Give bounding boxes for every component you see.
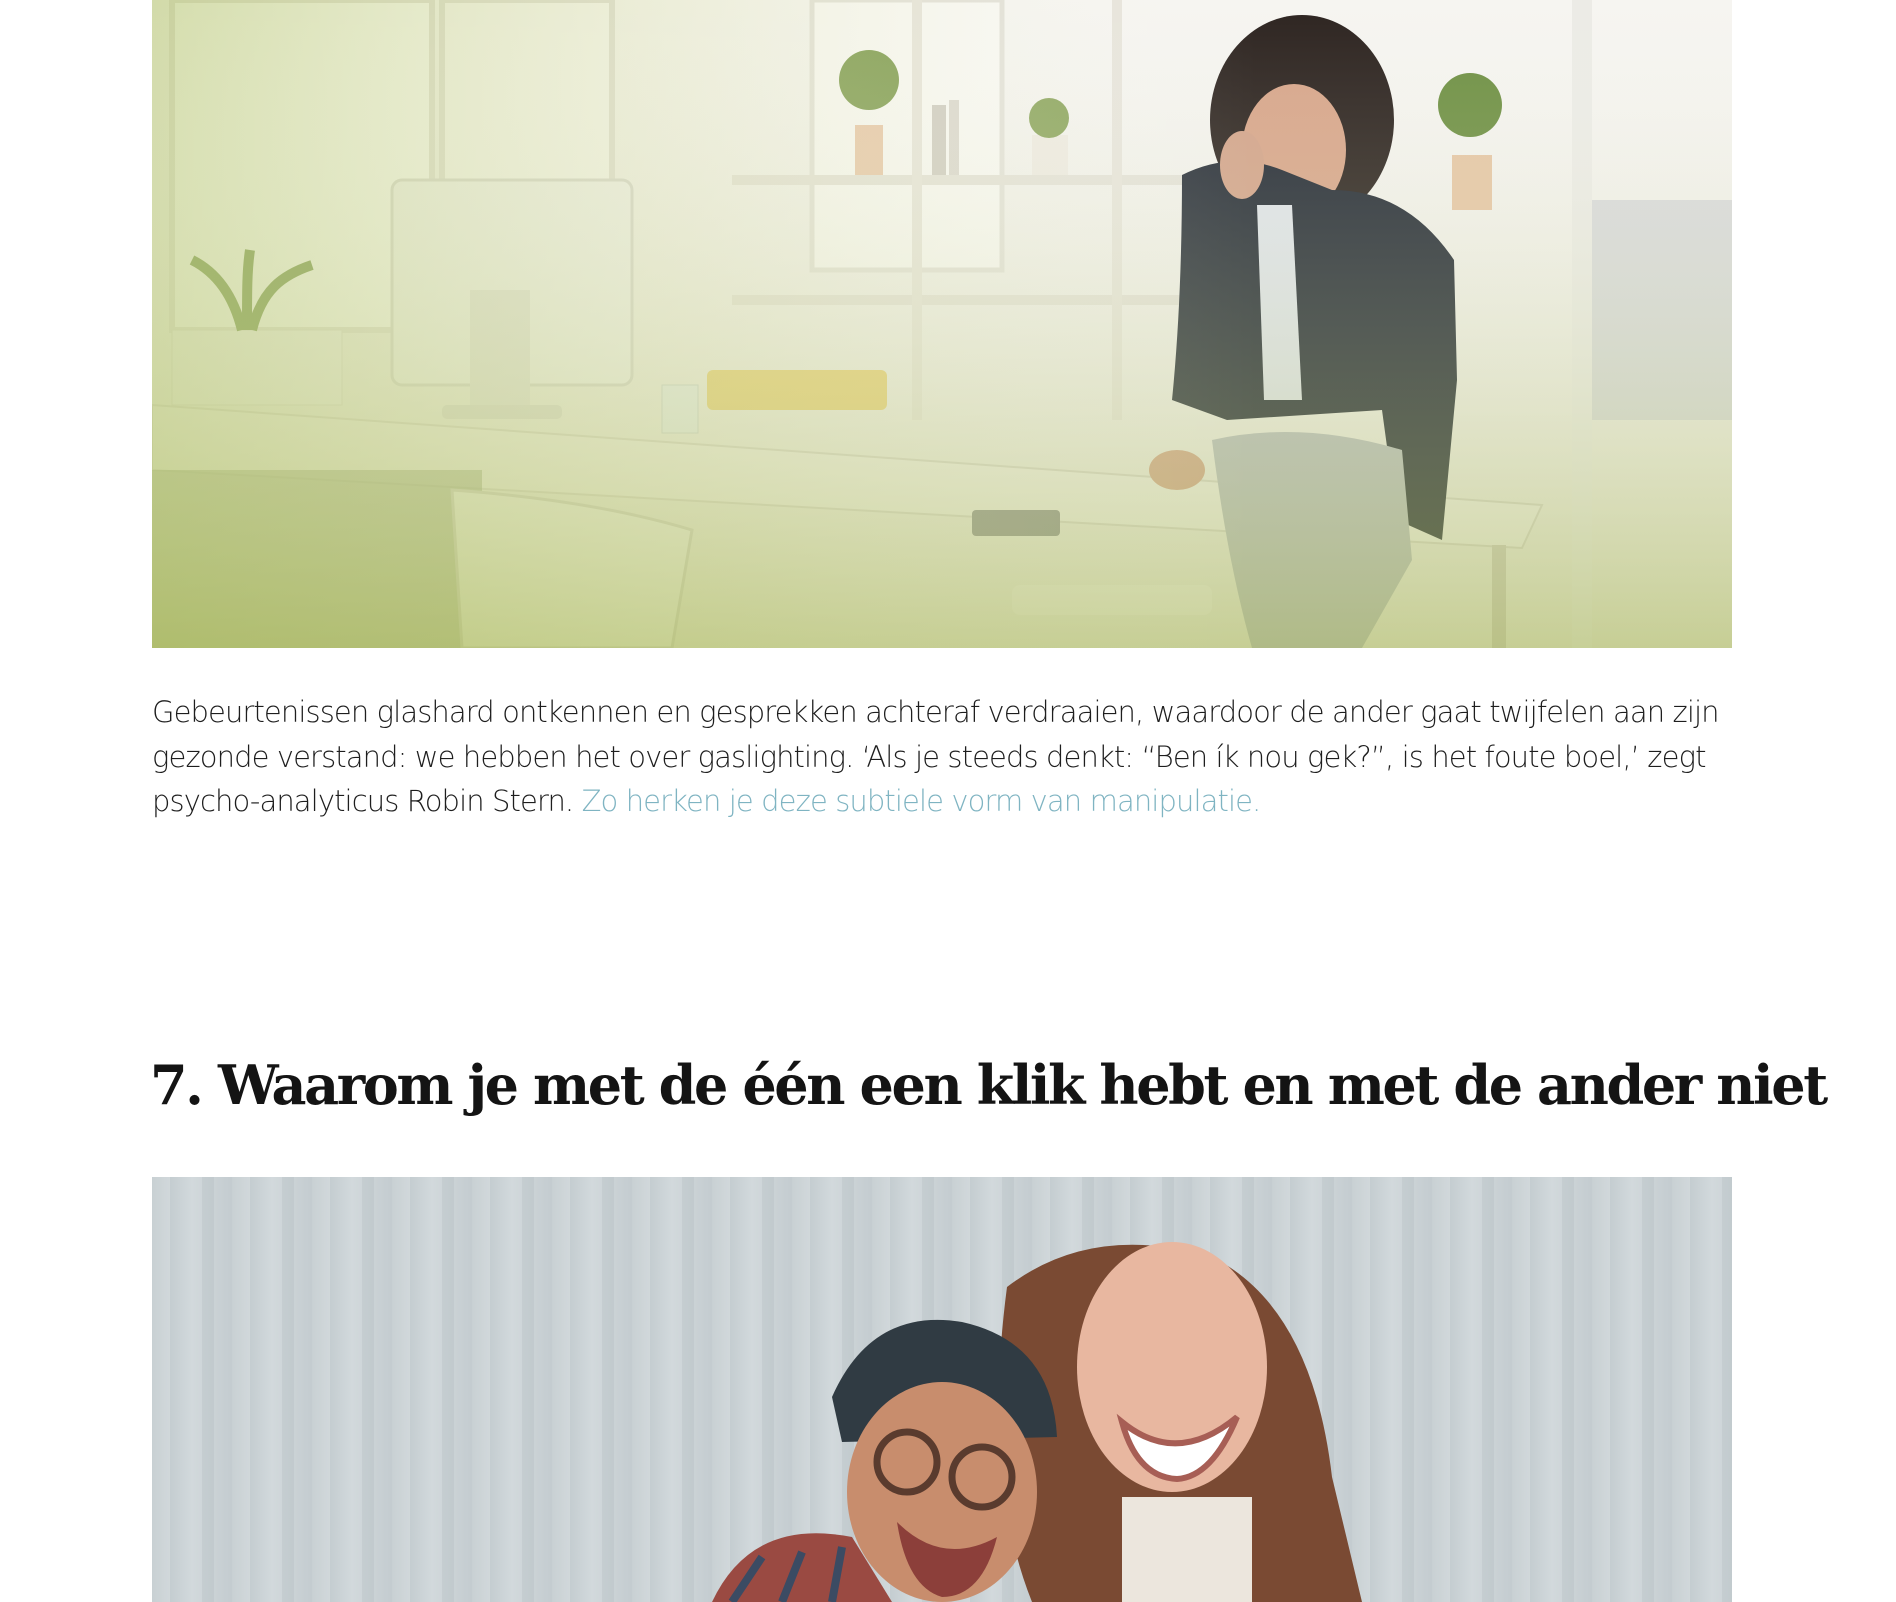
article-paragraph: Gebeurtenissen glashard ontkennen en ges… — [152, 690, 1732, 824]
article-image-couple — [152, 1177, 1732, 1602]
manipulation-article-link[interactable]: Zo herken je deze subtiele vorm van mani… — [582, 784, 1262, 818]
article-image-office — [152, 0, 1732, 648]
section-heading: 7. Waarom je met de één een klik hebt en… — [150, 1053, 1828, 1117]
